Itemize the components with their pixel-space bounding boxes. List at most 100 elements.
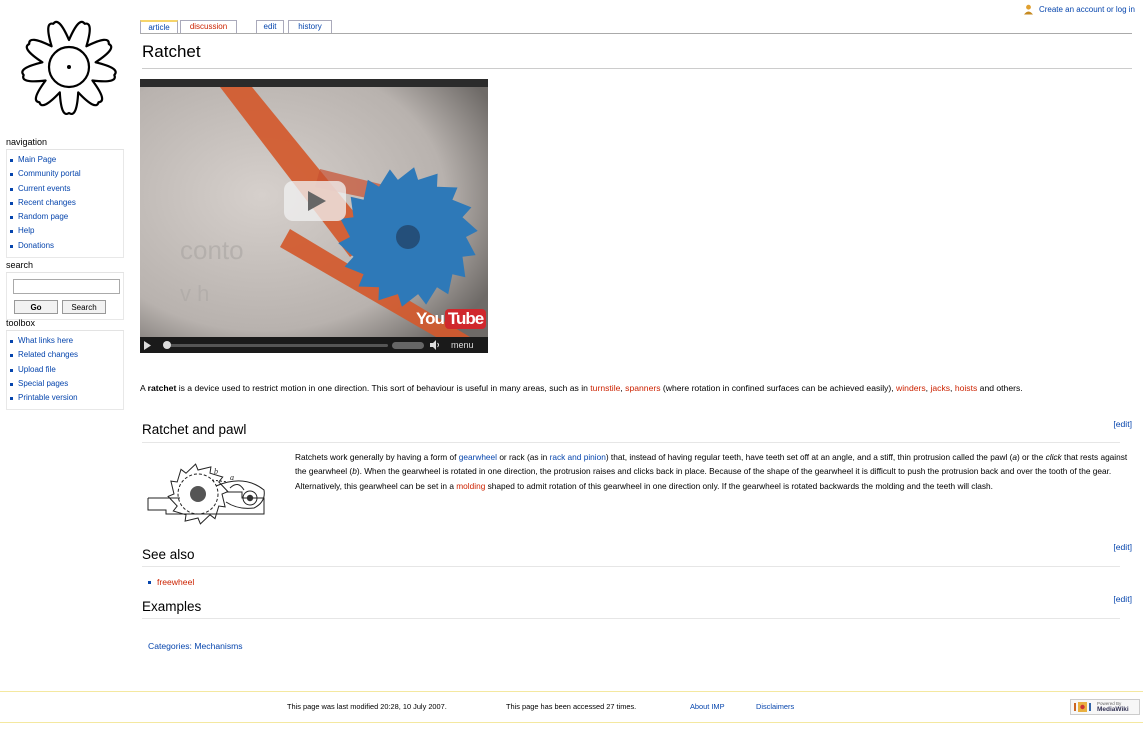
footer-about-link[interactable]: About IMP: [690, 702, 725, 711]
sidebar-item-help[interactable]: Help: [9, 224, 123, 238]
pawl-text: or rack (as in: [497, 452, 550, 462]
navigation-portlet: navigation Main Page Community portal Curr…: [6, 137, 124, 259]
list-item: freewheel: [148, 577, 194, 587]
bullet-icon: [10, 159, 13, 162]
pawl-text: ) or the: [1016, 452, 1046, 462]
toolbox-heading: toolbox: [6, 318, 124, 331]
navigation-link-label[interactable]: Recent changes: [18, 198, 76, 207]
sun-logo-icon: [21, 20, 117, 115]
link-hoists[interactable]: hoists: [955, 383, 977, 393]
footer: This page was last modified 20:28, 10 Ju…: [0, 692, 1143, 722]
mediawiki-label: MediaWiki: [1097, 706, 1129, 713]
tab-article[interactable]: article: [140, 20, 178, 34]
toolbox-link-label[interactable]: Related changes: [18, 350, 78, 359]
sidebar-item-main-page[interactable]: Main Page: [9, 153, 123, 167]
tab-edit[interactable]: edit: [256, 20, 284, 33]
play-icon[interactable]: [143, 341, 152, 350]
link-turnstile[interactable]: turnstile: [590, 383, 620, 393]
toolbox-link-label[interactable]: Printable version: [18, 393, 78, 402]
svg-text:v h: v h: [180, 281, 209, 306]
section-heading-ratchet-and-pawl: Ratchet and pawl: [142, 422, 247, 437]
user-icon: [1023, 5, 1033, 15]
footer-view-count: This page has been accessed 27 times.: [506, 702, 637, 711]
ratchet-pawl-paragraph: Ratchets work generally by having a form…: [295, 450, 1135, 493]
link-molding[interactable]: molding: [456, 481, 485, 491]
category-links[interactable]: Categories: Mechanisms: [148, 641, 243, 651]
link-rack-and-pinion[interactable]: rack and pinion: [550, 452, 606, 462]
mediawiki-logo-icon: [1074, 702, 1091, 712]
toolbox-link-label[interactable]: Upload file: [18, 365, 56, 374]
diagram-label-b: b: [214, 467, 218, 476]
video-frame: conto v h: [140, 79, 488, 337]
link-winders[interactable]: winders: [896, 383, 926, 393]
bullet-icon: [10, 230, 13, 234]
edit-section-link[interactable]: [edit]: [1113, 542, 1132, 552]
intro-bold: ratchet: [147, 383, 177, 393]
navigation-link-label[interactable]: Random page: [18, 212, 68, 221]
link-gearwheel[interactable]: gearwheel: [459, 452, 497, 462]
navigation-link-label[interactable]: Community portal: [18, 169, 81, 178]
video-controls: menu: [140, 337, 488, 353]
navigation-list: Main Page Community portal Current events R…: [9, 153, 123, 253]
volume-icon[interactable]: [430, 340, 440, 350]
section-divider: [142, 566, 1120, 567]
sidebar-item-recent-changes[interactable]: Recent changes: [9, 196, 123, 210]
search-heading: search: [6, 260, 124, 273]
site-logo[interactable]: [10, 8, 128, 126]
sidebar-item-related-changes[interactable]: Related changes: [9, 348, 123, 362]
link-spanners[interactable]: spanners: [625, 383, 660, 393]
link-freewheel[interactable]: freewheel: [157, 577, 194, 587]
powered-by-mediawiki-badge[interactable]: Powered By MediaWiki: [1070, 699, 1140, 715]
seek-bar[interactable]: [166, 344, 388, 347]
ratchet-pawl-diagram: a b: [147, 463, 265, 525]
toolbox-link-label[interactable]: What links here: [18, 336, 73, 345]
sidebar-item-what-links-here[interactable]: What links here: [9, 334, 123, 348]
intro-text: (where rotation in confined surfaces can…: [660, 383, 897, 393]
tab-history[interactable]: history: [288, 20, 332, 33]
bullet-icon: [10, 173, 13, 177]
search-button[interactable]: Search: [62, 300, 106, 314]
footer-divider: [0, 722, 1143, 723]
toolbox-link-label[interactable]: Special pages: [18, 379, 68, 388]
sidebar-item-current-events[interactable]: Current events: [9, 182, 123, 196]
sidebar-item-community-portal[interactable]: Community portal: [9, 167, 123, 181]
youtube-you: You: [416, 309, 445, 328]
video-player[interactable]: conto v h You Tube menu: [140, 79, 488, 353]
toolbox-list: What links here Related changes Upload fil…: [9, 334, 123, 405]
content-area: Ratchet conto v h You Tube menu A ratche…: [140, 34, 1140, 674]
intro-text: A: [140, 383, 148, 393]
tab-discussion[interactable]: discussion: [180, 20, 237, 33]
sidebar-item-random-page[interactable]: Random page: [9, 210, 123, 224]
video-menu[interactable]: menu: [451, 340, 474, 350]
search-input[interactable]: [13, 279, 120, 294]
edit-section-link[interactable]: [edit]: [1113, 419, 1132, 429]
edit-section-link[interactable]: [edit]: [1113, 594, 1132, 604]
navigation-link-label[interactable]: Help: [18, 226, 34, 235]
bullet-icon: [10, 397, 13, 401]
bullet-icon: [10, 354, 13, 358]
link-jacks[interactable]: jacks: [930, 383, 950, 393]
pawl-text: click: [1045, 452, 1062, 462]
navigation-link-label[interactable]: Current events: [18, 184, 70, 193]
pawl-text: shaped to admit rotation of this gearwhe…: [485, 480, 993, 491]
pawl-text: ) that, instead of having regular teeth,…: [605, 452, 1013, 462]
sidebar-item-printable-version[interactable]: Printable version: [9, 391, 123, 405]
intro-text: is a device used to restrict motion in o…: [176, 383, 591, 393]
bullet-icon: [10, 216, 13, 220]
navigation-link-label[interactable]: Main Page: [18, 155, 56, 164]
footer-disclaimers-link[interactable]: Disclaimers: [756, 702, 794, 711]
pawl-text: Ratchets work generally by having a form…: [295, 452, 459, 462]
section-heading-examples: Examples: [142, 599, 202, 614]
sidebar-item-donations[interactable]: Donations: [9, 239, 123, 253]
sidebar-item-upload-file[interactable]: Upload file: [9, 363, 123, 377]
bullet-icon: [10, 201, 13, 205]
volume-bar[interactable]: [392, 342, 424, 349]
go-button[interactable]: Go: [14, 300, 58, 314]
toolbox-portlet: toolbox What links here Related changes Up…: [6, 318, 124, 411]
seek-handle[interactable]: [163, 341, 171, 349]
svg-text:conto: conto: [180, 235, 244, 265]
navigation-link-label[interactable]: Donations: [18, 241, 54, 250]
search-portlet: search Go Search: [6, 260, 124, 320]
sidebar-item-special-pages[interactable]: Special pages: [9, 377, 123, 391]
login-link[interactable]: Create an account or log in: [1039, 5, 1135, 14]
